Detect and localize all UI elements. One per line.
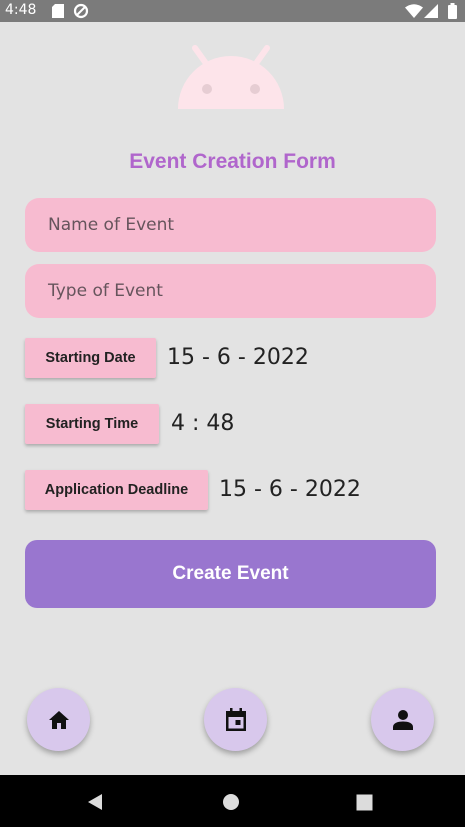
home-icon (48, 710, 69, 729)
event-type-placeholder: Type of Event (48, 281, 163, 301)
event-type-input[interactable]: Type of Event (25, 264, 436, 318)
starting-time-button[interactable]: Starting Time (25, 404, 159, 444)
back-icon[interactable] (86, 793, 104, 811)
person-icon (392, 709, 413, 730)
home-nav-icon[interactable] (222, 793, 240, 811)
form-title: Event Creation Form (129, 150, 336, 173)
starting-date-button[interactable]: Starting Date (25, 338, 156, 378)
calendar-icon (225, 707, 246, 731)
event-name-placeholder: Name of Event (48, 215, 175, 235)
status-bar: 4:48 (0, 0, 465, 22)
signal-icon (424, 4, 438, 18)
starting-time-value: 4 : 48 (171, 411, 235, 436)
application-deadline-value: 15 - 6 - 2022 (219, 477, 361, 502)
create-event-button[interactable]: Create Event (25, 540, 436, 608)
starting-date-value: 15 - 6 - 2022 (167, 345, 309, 370)
application-deadline-button[interactable]: Application Deadline (25, 470, 208, 510)
starting-date-label: Starting Date (45, 350, 136, 366)
sd-card-icon (52, 4, 64, 18)
status-time: 4:48 (5, 2, 37, 18)
sync-icon (73, 3, 89, 19)
application-deadline-label: Application Deadline (44, 482, 189, 498)
starting-time-label: Starting Time (45, 416, 139, 432)
profile-button[interactable] (371, 688, 434, 751)
android-icon (178, 45, 284, 109)
calendar-button[interactable] (204, 688, 267, 751)
create-event-label: Create Event (172, 563, 289, 584)
battery-icon (448, 3, 457, 19)
recents-icon[interactable] (356, 794, 373, 811)
event-name-input[interactable]: Name of Event (25, 198, 436, 252)
home-button[interactable] (27, 688, 90, 751)
wifi-icon (405, 4, 423, 18)
system-nav-bar (0, 775, 465, 827)
